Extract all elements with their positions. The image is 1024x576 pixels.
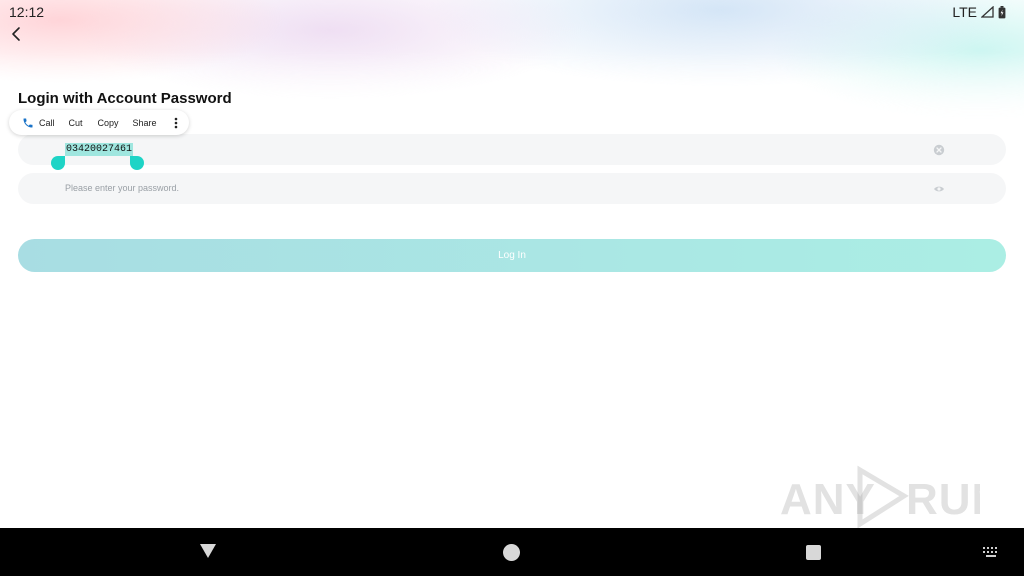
selection-handle-end[interactable]	[130, 156, 144, 170]
navigation-bar	[0, 528, 1024, 576]
status-indicators: LTE	[952, 4, 1006, 20]
password-field[interactable]: Please enter your password.	[18, 173, 1006, 204]
menu-item-cut[interactable]: Cut	[69, 110, 83, 135]
selection-handle-start[interactable]	[51, 156, 65, 170]
phone-icon	[23, 118, 33, 127]
more-options-button[interactable]	[171, 110, 181, 135]
login-button[interactable]: Log In	[18, 239, 1006, 272]
menu-item-call-label: Call	[39, 117, 55, 128]
menu-item-share-label: Share	[132, 117, 157, 128]
status-bar: 12:12 LTE	[0, 0, 1024, 24]
keyboard-icon[interactable]	[982, 546, 1000, 558]
menu-item-share[interactable]: Share	[133, 110, 157, 135]
menu-item-call[interactable]: Call	[22, 110, 55, 135]
triangle-back-icon[interactable]	[199, 543, 217, 559]
circle-home-icon[interactable]	[503, 544, 520, 561]
square-recent-icon[interactable]	[806, 545, 821, 560]
watermark-logo: ANY RUN	[780, 462, 980, 528]
page-title: Login with Account Password	[18, 90, 232, 107]
eye-icon[interactable]	[933, 183, 945, 195]
signal-icon	[981, 6, 994, 18]
status-time: 12:12	[9, 4, 45, 20]
battery-icon	[998, 5, 1006, 18]
menu-item-copy-label: Copy	[97, 117, 119, 128]
phone-field[interactable]: 03420027461	[18, 134, 1006, 165]
anyrun-logo: ANY RUN	[780, 465, 980, 528]
chevron-left-icon[interactable]	[8, 24, 26, 44]
svg-text:RUN: RUN	[906, 475, 980, 524]
menu-item-cut-label: Cut	[68, 117, 83, 128]
text-selection-menu: Call Cut Copy Share	[9, 110, 189, 135]
menu-item-copy[interactable]: Copy	[98, 110, 119, 135]
clear-icon[interactable]	[933, 144, 945, 156]
more-vertical-icon	[174, 117, 177, 128]
phone-input-value[interactable]: 03420027461	[65, 143, 134, 156]
network-label: LTE	[952, 4, 977, 20]
password-placeholder: Please enter your password.	[65, 183, 180, 193]
